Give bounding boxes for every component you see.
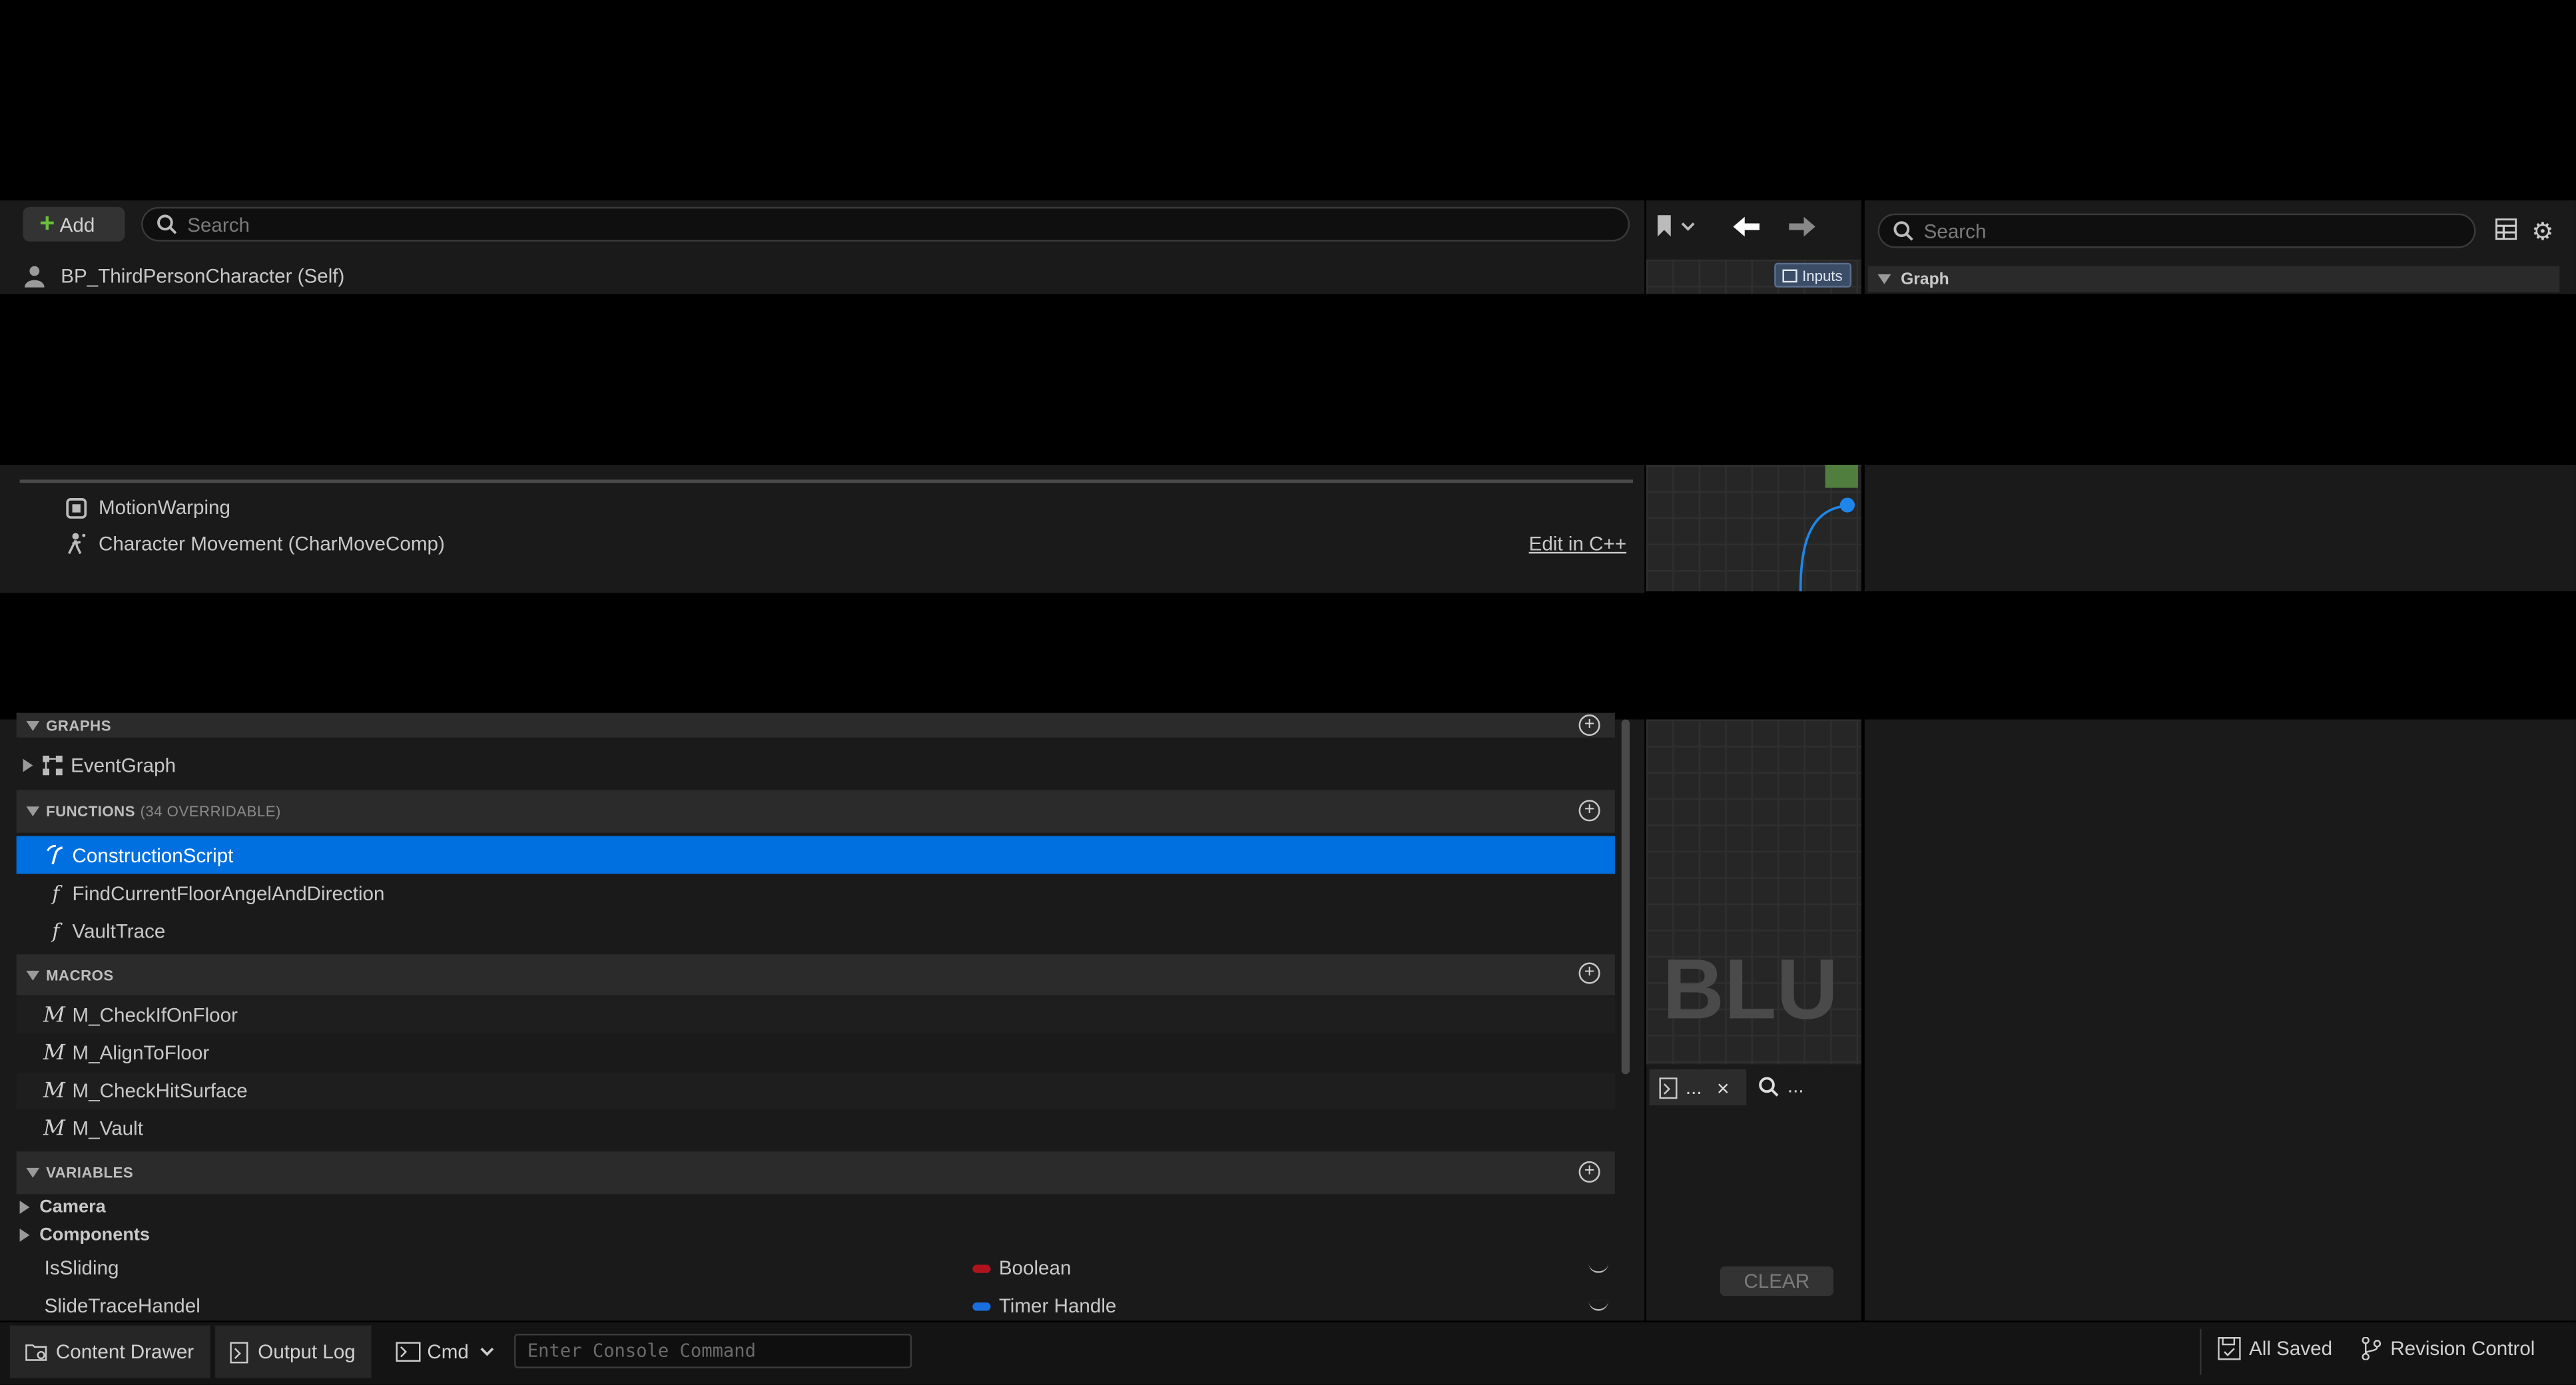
event-graph-icon	[43, 755, 63, 776]
inputs-badge[interactable]: Inputs	[1774, 262, 1851, 288]
status-divider	[2200, 1328, 2202, 1375]
branch-icon	[2362, 1336, 2382, 1360]
visibility-eye-icon[interactable]	[1588, 1263, 1608, 1273]
add-function-button[interactable]: +	[1578, 800, 1600, 822]
component-motion-warping[interactable]: MotionWarping	[66, 491, 1626, 524]
terminal-icon	[396, 1342, 421, 1362]
person-icon	[25, 266, 45, 288]
add-macro-button[interactable]: +	[1578, 962, 1600, 984]
add-variable-button[interactable]: +	[1578, 1161, 1600, 1183]
function-item[interactable]: f VaultTrace	[17, 914, 1615, 950]
all-saved-button[interactable]: All Saved	[2218, 1336, 2332, 1360]
macro-item[interactable]: M M_AlignToFloor	[17, 1035, 1615, 1071]
bookmark-button[interactable]	[1656, 215, 1696, 237]
arrow-right-icon	[1789, 216, 1815, 237]
chevron-down-icon	[1681, 221, 1695, 230]
search-icon	[157, 214, 177, 234]
blueprint-watermark: BLUE	[1662, 942, 1843, 1039]
gear-icon: ⚙	[2531, 218, 2554, 247]
component-self-item[interactable]: BP_ThirdPersonCharacter (Self)	[23, 260, 1633, 292]
details-search-input[interactable]: Search	[1877, 213, 2476, 248]
console-command-input[interactable]: Enter Console Command	[514, 1334, 912, 1368]
divider	[19, 479, 1633, 483]
macro-item[interactable]: M M_Vault	[17, 1111, 1615, 1147]
collapse-arrow-icon	[1877, 274, 1891, 284]
construction-script-icon	[47, 844, 63, 864]
details-graph-section[interactable]: Graph	[1867, 266, 2560, 293]
macro-item[interactable]: M M_CheckHitSurface	[16, 1072, 1615, 1109]
arrow-left-icon	[1733, 216, 1760, 237]
expand-arrow-icon	[19, 1201, 30, 1214]
variable-category-camera[interactable]: Camera	[0, 1194, 1615, 1220]
function-icon: f	[52, 882, 60, 906]
add-graph-button[interactable]: +	[1578, 714, 1600, 736]
components-search-input[interactable]: Search	[141, 206, 1630, 242]
variable-row[interactable]: IsSliding Boolean	[45, 1252, 1615, 1284]
property-matrix-button[interactable]	[2495, 218, 2517, 240]
component-icon	[66, 497, 87, 518]
content-drawer-button[interactable]: Content Drawer	[9, 1325, 210, 1378]
bookmark-icon	[1658, 215, 1671, 237]
details-panel-lower	[1864, 719, 2576, 1321]
function-item-selected[interactable]: ConstructionScript	[16, 836, 1615, 874]
back-button[interactable]	[1732, 215, 1761, 238]
macros-section-header[interactable]: MACROS	[16, 954, 1615, 995]
collapse-arrow-icon	[26, 720, 40, 730]
graphs-section-header[interactable]: GRAPHS	[16, 712, 1615, 738]
event-graph-item[interactable]: EventGraph	[17, 749, 1615, 782]
collapse-arrow-icon	[26, 806, 40, 816]
type-pill-icon	[972, 1264, 991, 1272]
graph-node[interactable]	[1825, 465, 1858, 488]
inputs-icon	[1782, 268, 1797, 282]
add-component-button[interactable]: + Add	[23, 206, 125, 242]
scrollbar[interactable]	[1621, 719, 1630, 1075]
macro-icon: M	[43, 1078, 65, 1103]
expand-arrow-icon	[23, 758, 33, 772]
plus-icon: +	[39, 209, 55, 238]
find-search-button[interactable]: ...	[1758, 1074, 1804, 1097]
collapse-arrow-icon	[26, 970, 40, 980]
expand-arrow-icon	[19, 1229, 30, 1242]
search-icon	[1759, 1076, 1779, 1096]
output-log-button[interactable]: Output Log	[215, 1325, 372, 1378]
settings-button[interactable]: ⚙	[2531, 217, 2553, 246]
component-character-movement[interactable]: Character Movement (CharMoveComp) Edit i…	[66, 527, 1626, 560]
function-item[interactable]: f FindCurrentFloorAngelAndDirection	[17, 876, 1615, 912]
find-results-tab[interactable]: ... ×	[1649, 1069, 1747, 1106]
variables-section-header[interactable]: VARIABLES	[16, 1151, 1615, 1195]
macro-icon: M	[43, 1040, 65, 1065]
functions-section-header[interactable]: FUNCTIONS (34 OVERRIDABLE)	[16, 790, 1615, 833]
variable-row[interactable]: SlideTraceHandel Timer Handle	[45, 1289, 1615, 1322]
collapse-arrow-icon	[26, 1167, 40, 1178]
revision-control-button[interactable]: Revision Control	[2361, 1336, 2535, 1360]
wire	[1799, 504, 1847, 592]
search-icon	[1893, 221, 1913, 241]
close-icon[interactable]: ×	[1717, 1075, 1730, 1100]
clear-button[interactable]: CLEAR	[1720, 1266, 1833, 1296]
macro-item[interactable]: M M_CheckIfOnFloor	[16, 997, 1615, 1033]
save-icon	[2218, 1336, 2241, 1360]
forward-button[interactable]	[1787, 215, 1817, 238]
type-pill-icon	[972, 1301, 991, 1310]
visibility-eye-icon[interactable]	[1588, 1301, 1608, 1311]
variable-category-components[interactable]: Components	[0, 1222, 1615, 1248]
folder-icon	[25, 1344, 47, 1361]
movement-icon	[68, 533, 86, 555]
edit-in-cpp-link[interactable]: Edit in C++	[1529, 532, 1626, 555]
function-icon: f	[52, 920, 60, 943]
cmd-dropdown[interactable]: Cmd	[381, 1326, 503, 1378]
log-icon	[230, 1341, 248, 1363]
chevron-down-icon	[481, 1347, 495, 1356]
macro-icon: M	[43, 1002, 65, 1027]
details-panel-middle	[1864, 465, 2576, 592]
document-icon	[1659, 1076, 1678, 1099]
table-icon	[2495, 218, 2517, 240]
macro-icon: M	[43, 1116, 65, 1141]
